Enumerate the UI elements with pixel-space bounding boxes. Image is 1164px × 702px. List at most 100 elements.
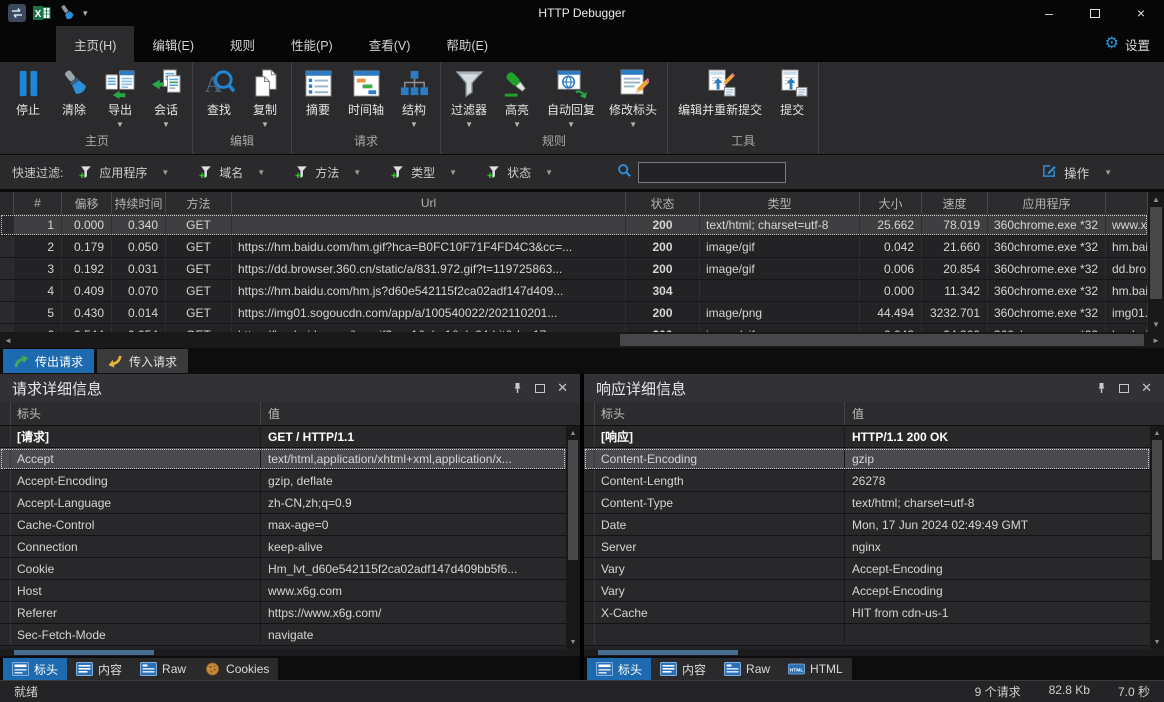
filter-button-类型[interactable]: 类型▼: [391, 164, 457, 181]
tab-标头[interactable]: 标头: [587, 658, 651, 680]
quick-access-dropdown-icon[interactable]: ▾: [83, 8, 88, 19]
ribbon-button-修改标头[interactable]: 修改标头▼: [602, 65, 664, 131]
tab-Cookies[interactable]: Cookies: [195, 658, 278, 680]
header-row[interactable]: [请求]GET / HTTP/1.1: [0, 426, 566, 448]
filter-button-域名[interactable]: 域名▼: [199, 164, 265, 181]
scrollbar-thumb[interactable]: [1152, 440, 1162, 560]
header-row[interactable]: CookieHm_lvt_d60e542115f2ca02adf147d409b…: [0, 558, 566, 580]
header-row[interactable]: VaryAccept-Encoding: [584, 558, 1150, 580]
settings-button[interactable]: ⚙ 设置: [1105, 26, 1164, 62]
header-row[interactable]: Cache-Controlmax-age=0: [0, 514, 566, 536]
scroll-up-icon[interactable]: ▲: [570, 426, 577, 440]
column-header-name[interactable]: 标头: [11, 402, 261, 425]
header-row[interactable]: Sec-Fetch-Modenavigate: [0, 624, 566, 646]
tab-HTML[interactable]: HTMLHTML: [779, 658, 852, 680]
filter-button-状态[interactable]: 状态▼: [487, 164, 553, 181]
ribbon-button-高亮[interactable]: 高亮▼: [494, 65, 540, 131]
scrollbar-thumb[interactable]: [620, 334, 1144, 346]
header-row[interactable]: X-CacheHIT from cdn-us-1: [584, 602, 1150, 624]
request-panel-scrollbar[interactable]: ▲ ▼: [566, 426, 580, 649]
maximize-button[interactable]: [1072, 0, 1118, 26]
ribbon-button-提交[interactable]: 提交: [769, 65, 815, 131]
tab-传入请求[interactable]: 传入请求: [97, 349, 188, 373]
column-header-大小[interactable]: 大小: [860, 192, 922, 214]
menu-item-规则[interactable]: 规则: [212, 26, 273, 62]
header-row[interactable]: Accepttext/html,application/xhtml+xml,ap…: [0, 448, 566, 470]
column-header-持续时间[interactable]: 持续时间: [112, 192, 166, 214]
ribbon-button-清除[interactable]: 清除: [51, 65, 97, 131]
ribbon-button-编辑并重新提交[interactable]: 编辑并重新提交: [671, 65, 769, 131]
scroll-down-icon[interactable]: ▼: [1154, 635, 1161, 649]
column-header-value[interactable]: 值: [845, 405, 1164, 422]
ribbon-button-导出[interactable]: 导出▼: [97, 65, 143, 131]
response-panel-horizontal-scrollbar[interactable]: [584, 649, 1164, 656]
ribbon-button-自动回复[interactable]: 自动回复▼: [540, 65, 602, 131]
request-row[interactable]: 60.5440.054GEThttps://hm.baidu.com/hm.gi…: [0, 324, 1148, 332]
ribbon-button-结构[interactable]: 结构▼: [391, 65, 437, 131]
tab-内容[interactable]: 内容: [651, 658, 715, 680]
excel-export-icon[interactable]: X: [33, 4, 51, 22]
ribbon-button-摘要[interactable]: 摘要: [295, 65, 341, 131]
search-input[interactable]: [638, 162, 786, 183]
app-swap-icon[interactable]: [8, 4, 26, 22]
request-row[interactable]: 30.1920.031GEThttps://dd.browser.360.cn/…: [0, 258, 1148, 280]
header-row[interactable]: Refererhttps://www.x6g.com/: [0, 602, 566, 624]
maximize-panel-icon[interactable]: [1119, 384, 1129, 393]
scroll-left-icon[interactable]: ◄: [0, 332, 16, 348]
header-row[interactable]: [响应]HTTP/1.1 200 OK: [584, 426, 1150, 448]
column-header-状态[interactable]: 状态: [626, 192, 700, 214]
table-horizontal-scrollbar[interactable]: ◄ ►: [0, 332, 1164, 348]
header-row[interactable]: [584, 624, 1150, 646]
header-row[interactable]: Connectionkeep-alive: [0, 536, 566, 558]
menu-item-帮助(E)[interactable]: 帮助(E): [428, 26, 506, 62]
tab-内容[interactable]: 内容: [67, 658, 131, 680]
minimize-button[interactable]: –: [1026, 0, 1072, 26]
tab-传出请求[interactable]: 传出请求: [3, 349, 94, 373]
scroll-down-icon[interactable]: ▼: [570, 635, 577, 649]
menu-item-性能(P)[interactable]: 性能(P): [273, 26, 351, 62]
ribbon-button-会话[interactable]: 会话▼: [143, 65, 189, 131]
column-header-Url[interactable]: Url: [232, 192, 626, 214]
scrollbar-thumb[interactable]: [1150, 207, 1162, 299]
header-row[interactable]: Content-Typetext/html; charset=utf-8: [584, 492, 1150, 514]
filter-button-方法[interactable]: 方法▼: [295, 164, 361, 181]
header-row[interactable]: Accept-Encodinggzip, deflate: [0, 470, 566, 492]
pin-icon[interactable]: [512, 382, 523, 394]
brush-icon[interactable]: [58, 4, 76, 22]
column-header-偏移[interactable]: 偏移: [62, 192, 112, 214]
header-row[interactable]: Content-Length26278: [584, 470, 1150, 492]
scroll-up-icon[interactable]: ▲: [1148, 192, 1164, 207]
header-row[interactable]: DateMon, 17 Jun 2024 02:49:49 GMT: [584, 514, 1150, 536]
menu-item-主页(H)[interactable]: 主页(H): [56, 26, 134, 62]
column-header-应用程序[interactable]: 应用程序: [988, 192, 1106, 214]
ribbon-button-停止[interactable]: 停止: [5, 65, 51, 131]
pin-icon[interactable]: [1096, 382, 1107, 394]
scrollbar-thumb[interactable]: [598, 650, 738, 655]
filter-button-应用程序[interactable]: 应用程序▼: [79, 164, 169, 181]
column-header-#[interactable]: #: [14, 192, 62, 214]
scroll-right-icon[interactable]: ►: [1148, 332, 1164, 348]
ribbon-button-查找[interactable]: A查找: [196, 65, 242, 131]
ribbon-button-复制[interactable]: 复制▼: [242, 65, 288, 131]
tab-Raw[interactable]: Raw: [131, 658, 195, 680]
column-header-类型[interactable]: 类型: [700, 192, 860, 214]
scroll-up-icon[interactable]: ▲: [1154, 426, 1161, 440]
close-panel-icon[interactable]: ✕: [557, 380, 568, 396]
header-row[interactable]: Content-Encodinggzip: [584, 448, 1150, 470]
header-row[interactable]: Accept-Languagezh-CN,zh;q=0.9: [0, 492, 566, 514]
close-panel-icon[interactable]: ✕: [1141, 380, 1152, 396]
menu-item-查看(V)[interactable]: 查看(V): [351, 26, 429, 62]
menu-item-编辑(E)[interactable]: 编辑(E): [134, 26, 212, 62]
scrollbar-thumb[interactable]: [14, 650, 154, 655]
column-header-name[interactable]: 标头: [595, 402, 845, 425]
header-row[interactable]: Servernginx: [584, 536, 1150, 558]
scroll-down-icon[interactable]: ▼: [1148, 317, 1164, 332]
tab-Raw[interactable]: Raw: [715, 658, 779, 680]
maximize-panel-icon[interactable]: [535, 384, 545, 393]
column-header-速度[interactable]: 速度: [922, 192, 988, 214]
ribbon-button-时间轴[interactable]: 时间轴: [341, 65, 391, 131]
close-button[interactable]: ×: [1118, 0, 1164, 26]
header-row[interactable]: Hostwww.x6g.com: [0, 580, 566, 602]
response-panel-scrollbar[interactable]: ▲ ▼: [1150, 426, 1164, 649]
request-row[interactable]: 40.4090.070GEThttps://hm.baidu.com/hm.js…: [0, 280, 1148, 302]
